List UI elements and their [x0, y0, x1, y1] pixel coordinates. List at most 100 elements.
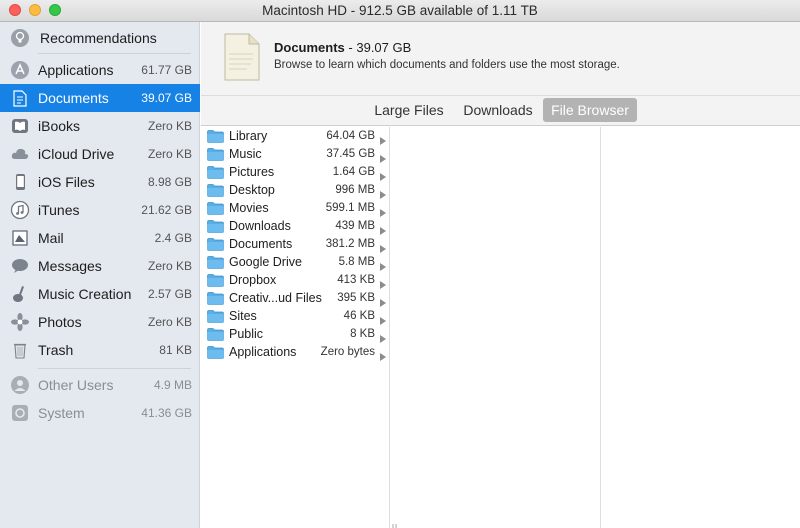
column-divider[interactable] [389, 127, 390, 528]
header-title-size: - 39.07 GB [348, 40, 412, 55]
file-row[interactable]: Movies 599.1 MB [201, 199, 389, 217]
users-icon [10, 375, 30, 395]
file-name: Applications [229, 345, 297, 359]
file-name: Documents [229, 237, 293, 251]
sidebar-item-size: 2.57 GB [147, 287, 192, 301]
header-description: Browse to learn which documents and fold… [274, 59, 620, 71]
sidebar-item-label: Documents [38, 90, 109, 106]
folder-icon [207, 183, 224, 197]
sidebar-item-label: Applications [38, 62, 114, 78]
mail-icon [10, 228, 30, 248]
disclosure-arrow-icon[interactable] [380, 348, 386, 361]
disclosure-arrow-icon[interactable] [380, 240, 386, 253]
sidebar-item-messages[interactable]: Messages Zero KB [0, 252, 200, 280]
file-name: Movies [229, 201, 269, 215]
file-row[interactable]: Dropbox 413 KB [201, 271, 389, 289]
sidebar-item-label: Recommendations [40, 29, 157, 46]
system-icon [10, 403, 30, 423]
tab-large-files[interactable]: Large Files [369, 98, 449, 122]
sidebar-item-label: iOS Files [38, 174, 95, 190]
sidebar-item-ibooks[interactable]: iBooks Zero KB [0, 112, 200, 140]
sidebar-item-music-creation[interactable]: Music Creation 2.57 GB [0, 280, 200, 308]
file-row[interactable]: Google Drive 5.8 MB [201, 253, 389, 271]
sidebar-item-mail[interactable]: Mail 2.4 GB [0, 224, 200, 252]
file-row[interactable]: Sites 46 KB [201, 307, 389, 325]
disclosure-arrow-icon[interactable] [380, 168, 386, 181]
file-name: Dropbox [229, 273, 277, 287]
disclosure-arrow-icon[interactable] [380, 258, 386, 271]
sidebar-item-size: 41.36 GB [141, 406, 192, 420]
sidebar-item-recommendations[interactable]: Recommendations [0, 22, 200, 53]
disclosure-arrow-icon[interactable] [380, 204, 386, 217]
category-header: Documents - 39.07 GB Browse to learn whi… [201, 22, 800, 96]
sidebar-divider [38, 368, 191, 369]
window-title: Macintosh HD - 912.5 GB available of 1.1… [262, 3, 538, 18]
disclosure-arrow-icon[interactable] [380, 294, 386, 307]
file-row[interactable]: Applications Zero bytes [201, 343, 389, 361]
page-title: Documents - 39.07 GB [274, 40, 411, 55]
file-name: Pictures [229, 165, 275, 179]
folder-icon [207, 201, 224, 215]
sidebar-item-other-users[interactable]: Other Users 4.9 MB [0, 371, 200, 399]
sidebar-item-label: Trash [38, 342, 74, 358]
file-size: 413 KB [337, 274, 375, 286]
sidebar-item-itunes[interactable]: iTunes 21.62 GB [0, 196, 200, 224]
file-size: 381.2 MB [325, 238, 375, 250]
sidebar-item-size: 2.4 GB [154, 231, 192, 245]
disclosure-arrow-icon[interactable] [380, 276, 386, 289]
file-size: 1.64 GB [332, 166, 375, 178]
file-row[interactable]: Documents 381.2 MB [201, 235, 389, 253]
icloud-icon [10, 144, 30, 164]
file-size: 996 MB [335, 184, 375, 196]
file-row[interactable]: Public 8 KB [201, 325, 389, 343]
sidebar-item-trash[interactable]: Trash 81 KB [0, 336, 200, 364]
disclosure-arrow-icon[interactable] [380, 150, 386, 163]
sidebar-item-label: iBooks [38, 118, 81, 134]
file-row[interactable]: Pictures 1.64 GB [201, 163, 389, 181]
file-row[interactable]: Creativ...ud Files 395 KB [201, 289, 389, 307]
document-file-icon [221, 32, 261, 87]
sidebar-item-size: 61.77 GB [141, 63, 192, 77]
file-row[interactable]: Downloads 439 MB [201, 217, 389, 235]
sidebar-item-photos[interactable]: Photos Zero KB [0, 308, 200, 336]
sidebar-item-label: iTunes [38, 202, 80, 218]
sidebar-item-ios-files[interactable]: iOS Files 8.98 GB [0, 168, 200, 196]
tab-file-browser[interactable]: File Browser [543, 98, 637, 122]
folder-icon [207, 129, 224, 143]
file-name: Downloads [229, 219, 291, 233]
file-size: 64.04 GB [326, 130, 375, 142]
column-resize-handle[interactable] [391, 519, 398, 528]
sidebar-item-size: 81 KB [159, 343, 192, 357]
file-size: 5.8 MB [338, 256, 375, 268]
disclosure-arrow-icon[interactable] [380, 132, 386, 145]
sidebar-item-system[interactable]: System 41.36 GB [0, 399, 200, 427]
sidebar-item-applications[interactable]: Applications 61.77 GB [0, 56, 200, 84]
sidebar-item-label: Music Creation [38, 286, 132, 302]
file-row[interactable]: Music 37.45 GB [201, 145, 389, 163]
sidebar-item-documents[interactable]: Documents 39.07 GB [0, 84, 200, 112]
file-row[interactable]: Library 64.04 GB [201, 127, 389, 145]
file-name: Google Drive [229, 255, 302, 269]
file-size: 439 MB [335, 220, 375, 232]
file-size: 46 KB [343, 310, 375, 322]
messages-icon [10, 256, 30, 276]
disclosure-arrow-icon[interactable] [380, 222, 386, 235]
file-name: Music [229, 147, 262, 161]
disclosure-arrow-icon[interactable] [380, 186, 386, 199]
title-bar: Macintosh HD - 912.5 GB available of 1.1… [0, 0, 800, 22]
sidebar-item-size: 8.98 GB [147, 175, 192, 189]
file-name: Desktop [229, 183, 275, 197]
sidebar-item-icloud-drive[interactable]: iCloud Drive Zero KB [0, 140, 200, 168]
disclosure-arrow-icon[interactable] [380, 330, 386, 343]
folder-icon [207, 255, 224, 269]
folder-icon [207, 291, 224, 305]
tab-downloads[interactable]: Downloads [458, 98, 538, 122]
ibooks-icon [10, 116, 30, 136]
sidebar-item-size: 39.07 GB [141, 91, 192, 105]
sidebar-item-size: Zero KB [147, 147, 192, 161]
file-row[interactable]: Desktop 996 MB [201, 181, 389, 199]
sidebar-item-label: System [38, 405, 85, 421]
disclosure-arrow-icon[interactable] [380, 312, 386, 325]
documents-icon [10, 88, 30, 108]
column-divider[interactable] [600, 127, 601, 528]
